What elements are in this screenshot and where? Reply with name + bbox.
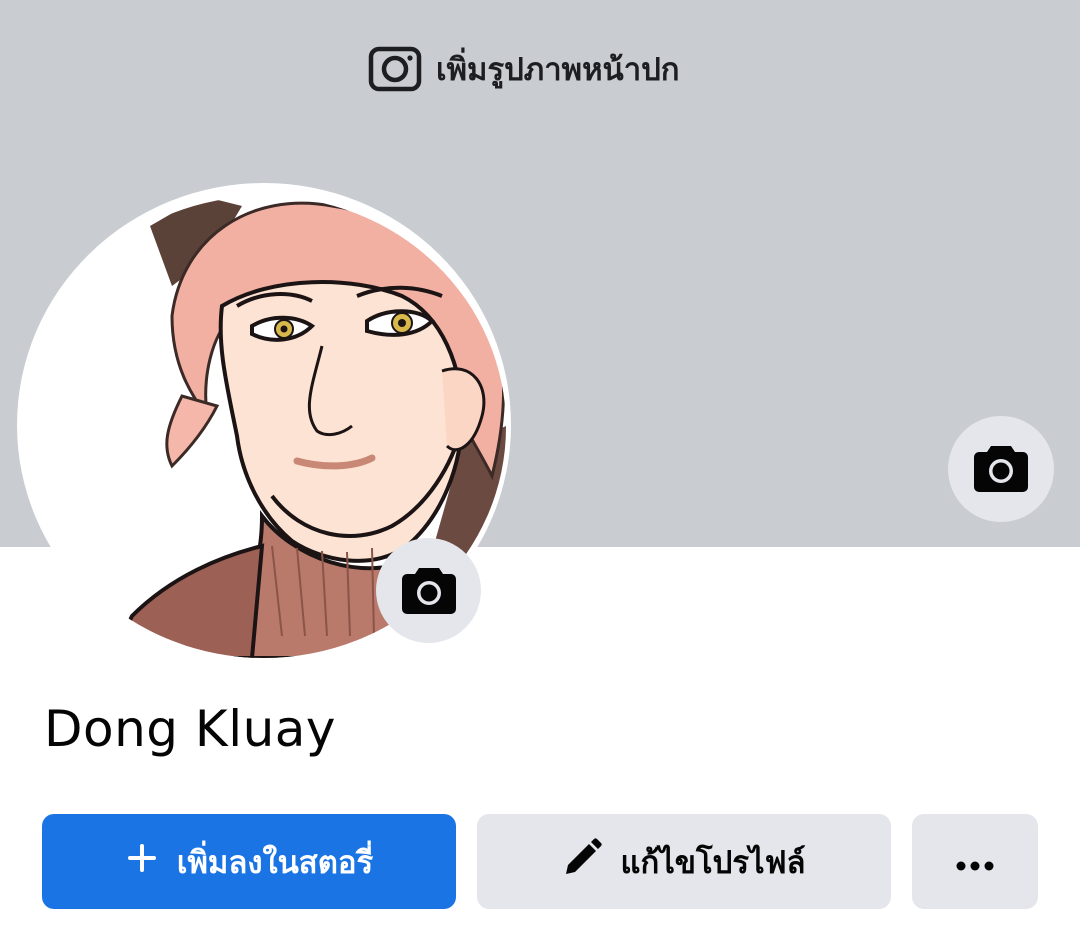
edit-profile-label: แก้ไขโปรไฟล์ <box>620 844 806 881</box>
edit-profile-picture-button[interactable] <box>376 538 481 643</box>
edit-profile-button[interactable]: แก้ไขโปรไฟล์ <box>477 814 891 909</box>
profile-name: Dong Kluay <box>44 700 337 758</box>
more-options-button[interactable] <box>912 814 1038 909</box>
plus-icon <box>125 841 159 883</box>
add-cover-photo-button[interactable]: เพิ่มรูปภาพหน้าปก <box>368 40 680 98</box>
pencil-icon <box>562 837 603 886</box>
add-to-story-label: เพิ่มลงในสตอรี่ <box>176 844 374 881</box>
camera-icon <box>401 564 457 618</box>
camera-icon <box>973 442 1029 496</box>
camera-outline-icon <box>368 42 422 96</box>
edit-cover-photo-button[interactable] <box>948 416 1054 522</box>
profile-page: เพิ่มรูปภาพหน้าปก Dong Kluay เพิ่มลงในสต… <box>0 0 1080 948</box>
more-dots-icon <box>955 844 995 880</box>
add-cover-photo-label: เพิ่มรูปภาพหน้าปก <box>436 52 680 88</box>
add-to-story-button[interactable]: เพิ่มลงในสตอรี่ <box>42 814 456 909</box>
